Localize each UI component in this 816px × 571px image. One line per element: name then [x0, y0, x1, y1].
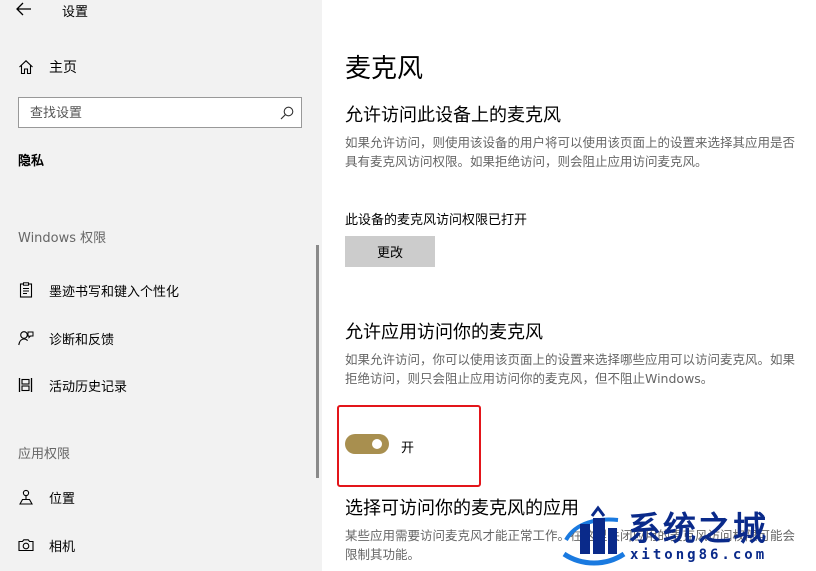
device-access-description: 如果允许访问，则使用该设备的用户将可以使用该页面上的设置来选择其应用是否具有麦克… — [345, 135, 796, 169]
home-label: 主页 — [49, 60, 77, 76]
activity-history-icon — [18, 378, 33, 392]
app-access-description: 如果允许访问，你可以使用该页面上的设置来选择哪些应用可以访问麦克风。如果拒绝访问… — [345, 352, 796, 386]
sidebar-scrollbar[interactable] — [316, 245, 319, 478]
location-icon — [19, 489, 33, 505]
sidebar-item-label: 位置 — [49, 491, 76, 507]
home-icon — [19, 60, 33, 75]
sidebar-item-label: 诊断和反馈 — [49, 332, 115, 348]
page-title: 麦克风 — [345, 54, 424, 84]
app-access-heading: 允许应用访问你的麦克风 — [345, 322, 543, 343]
castle-logo-icon — [562, 505, 626, 566]
main-content: 麦克风 允许访问此设备上的麦克风 如果允许访问，则使用该设备的用户将可以使用该页… — [322, 0, 816, 571]
group-header-windows: Windows 权限 — [18, 231, 107, 246]
sidebar-item-activity-history[interactable]: 活动历史记录 — [18, 374, 127, 396]
sidebar-item-location[interactable]: 位置 — [18, 486, 75, 508]
camera-icon — [18, 539, 34, 552]
search-icon[interactable] — [279, 105, 295, 121]
sidebar-item-home[interactable]: 主页 — [18, 56, 77, 78]
group-header-apps: 应用权限 — [18, 447, 71, 462]
device-access-status: 此设备的麦克风访问权限已打开 — [345, 213, 528, 228]
watermark-url: xitong86.com — [630, 547, 768, 563]
device-access-heading: 允许访问此设备上的麦克风 — [345, 105, 561, 126]
app-access-toggle[interactable] — [345, 434, 389, 454]
sidebar-item-label: 活动历史记录 — [49, 379, 128, 395]
sidebar-item-label: 墨迹书写和键入个性化 — [49, 284, 180, 300]
watermark: 系统之城 xitong86.com — [560, 500, 816, 571]
toggle-label: 开 — [401, 441, 415, 456]
feedback-person-icon — [18, 331, 34, 346]
pen-clipboard-icon — [19, 282, 33, 298]
toggle-knob — [372, 439, 382, 449]
change-button[interactable]: 更改 — [345, 236, 435, 267]
back-button[interactable] — [14, 0, 36, 20]
sidebar-item-diagnostics[interactable]: 诊断和反馈 — [18, 327, 114, 349]
window-title: 设置 — [62, 5, 89, 20]
search-input[interactable] — [28, 103, 272, 124]
search-box[interactable] — [18, 97, 302, 128]
section-title: 隐私 — [18, 154, 45, 169]
choose-apps-heading: 选择可访问你的麦克风的应用 — [345, 498, 579, 519]
sidebar-item-camera[interactable]: 相机 — [18, 534, 75, 556]
settings-sidebar: 设置 主页 隐私 Windows 权限 墨迹书写和键入个性化 诊断和反馈 — [0, 0, 322, 571]
sidebar-item-label: 相机 — [49, 539, 76, 555]
back-arrow-icon — [16, 2, 31, 16]
sidebar-item-inking[interactable]: 墨迹书写和键入个性化 — [18, 279, 179, 301]
watermark-name: 系统之城 — [628, 509, 768, 548]
